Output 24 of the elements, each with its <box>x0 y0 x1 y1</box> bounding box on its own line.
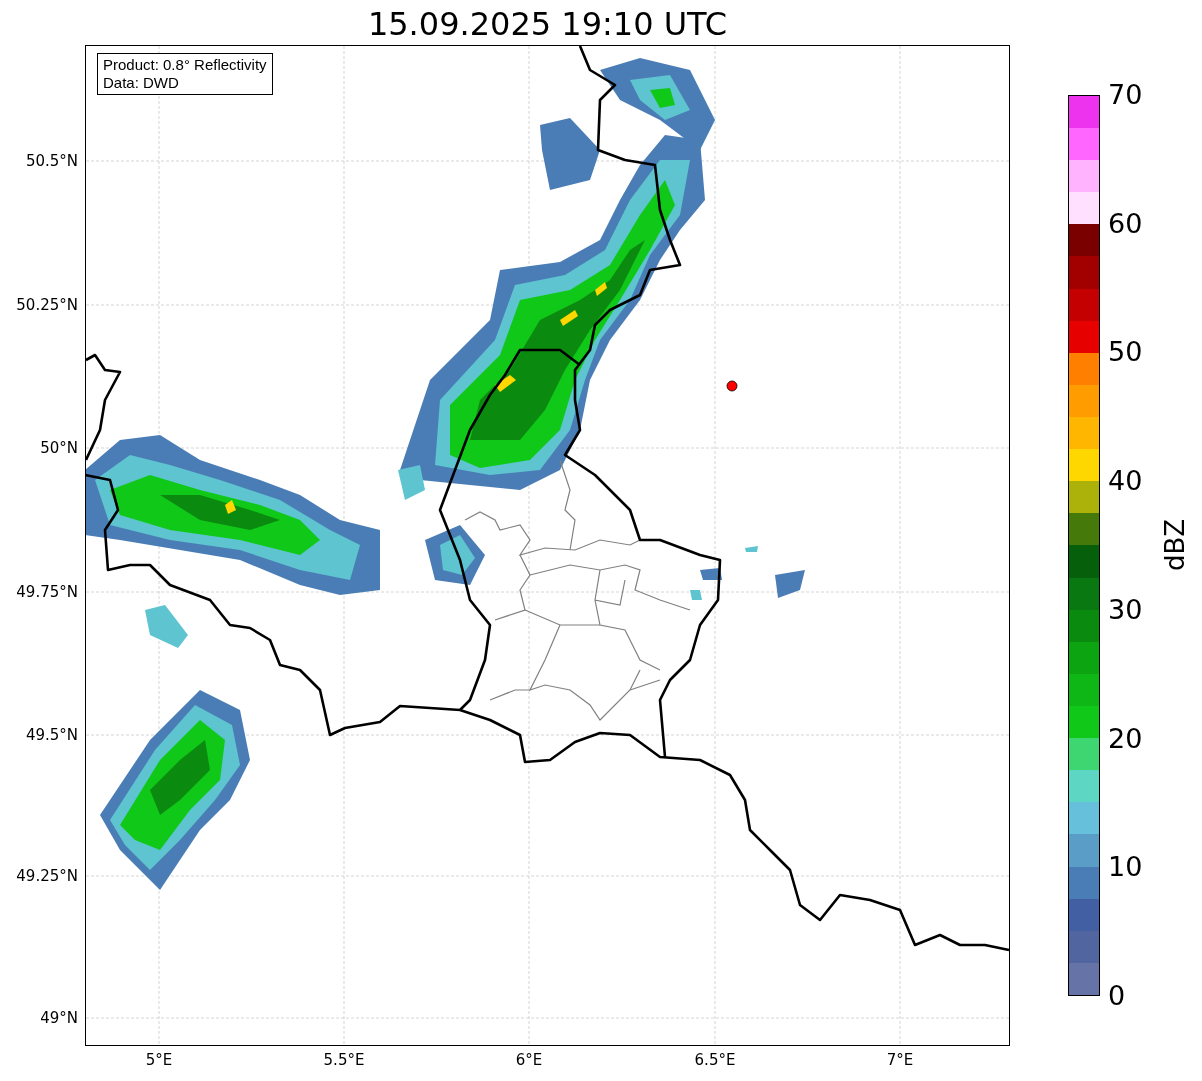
axis-tick-label: 5.5°E <box>323 1051 365 1069</box>
axis-tick-label: 49.5°N <box>25 726 78 744</box>
axis-tick-label: 50.25°N <box>16 296 78 314</box>
chart-title: 15.09.2025 19:10 UTC <box>366 4 729 44</box>
axis-tick-label: 49°N <box>40 1009 78 1027</box>
annotation-box: Product: 0.8° Reflectivity Data: DWD <box>97 53 273 95</box>
axis-tick-label: 49.75°N <box>16 583 78 601</box>
colorbar-tick-label: 60 <box>1108 208 1143 239</box>
axis-tick-label: 50°N <box>40 439 78 457</box>
colorbar-tick-label: 10 <box>1108 852 1143 883</box>
colorbar-tick-label: 70 <box>1108 80 1143 110</box>
axis-tick-label: 50.5°N <box>25 152 78 170</box>
axis-tick-label: 6°E <box>515 1051 543 1069</box>
axis-tick-label: 49.25°N <box>16 867 78 885</box>
colorbar-label: dBZ <box>1160 517 1190 574</box>
axis-tick-label: 7°E <box>886 1051 914 1069</box>
axis-tick-label: 5°E <box>145 1051 173 1069</box>
location-marker <box>726 380 738 392</box>
colorbar-tick-label: 0 <box>1108 981 1126 1011</box>
colorbar-tick-label: 20 <box>1108 723 1143 754</box>
colorbar-tick-label: 30 <box>1108 594 1143 625</box>
colorbar-tick-label: 50 <box>1108 337 1143 368</box>
colorbar-tick-label: 40 <box>1108 466 1143 497</box>
axis-tick-label: 6.5°E <box>694 1051 736 1069</box>
